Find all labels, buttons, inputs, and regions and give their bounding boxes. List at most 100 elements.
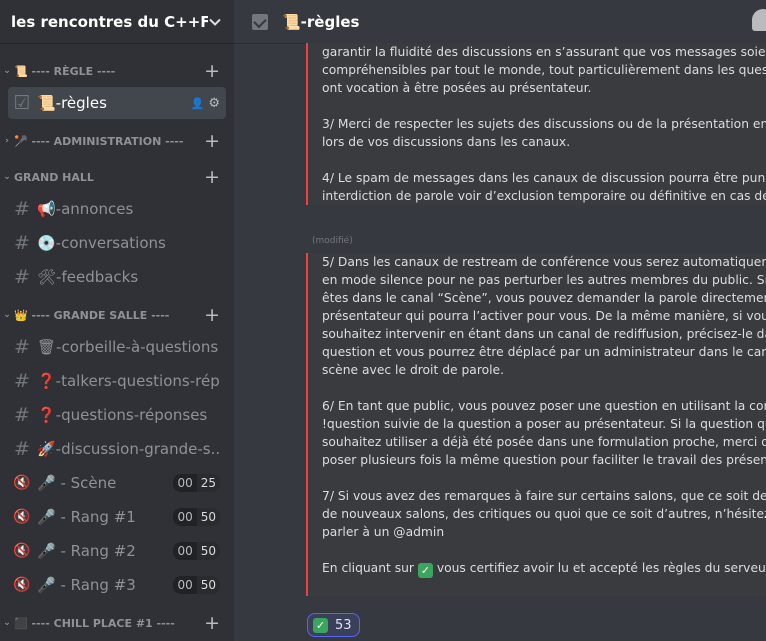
chevron-down-icon: ⌄ xyxy=(3,618,11,628)
voice-user-count: 00 25 xyxy=(173,474,220,492)
chevron-down-icon: ⌄ xyxy=(3,310,11,320)
channel-name: 🎤 - Scène xyxy=(37,474,117,492)
speaker-muted-icon: 🔇 xyxy=(13,543,31,559)
speaker-muted-icon: 🔇 xyxy=(13,509,31,525)
voice-limit: 25 xyxy=(196,474,220,492)
channel-item[interactable]: # 📢-annonces xyxy=(8,193,226,225)
message-line: ont vocation à être posées au présentate… xyxy=(322,81,592,95)
message-line: compréhensibles par tout le monde, tout … xyxy=(322,63,766,77)
voice-user-count: 00 50 xyxy=(173,576,220,594)
message-rules-part-2: 5/ Dans les canaux de restream de confér… xyxy=(306,253,766,596)
rules-channel-icon xyxy=(252,13,268,30)
message-line: souhaitez intervenir en étant dans un ca… xyxy=(322,327,766,341)
voice-users: 00 xyxy=(173,576,197,594)
message-line: souhaitez utiliser a déjà été posée dans… xyxy=(322,435,766,449)
channel-name: 🎤 - Rang #1 xyxy=(37,508,136,526)
channel-item[interactable]: # 🗑-corbeille-à-questions xyxy=(8,331,226,363)
channel-item[interactable]: # 🚀-discussion-grande-s... xyxy=(8,433,226,465)
category-header[interactable]: › 🥍 ---- ADMINISTRATION ---- + xyxy=(0,127,234,155)
channel-name: 💿-conversations xyxy=(37,234,166,252)
category-label: 📜 ---- RÈGLE ---- xyxy=(14,64,116,78)
channel-name: 🎤 - Rang #3 xyxy=(37,576,136,594)
hashtag-icon: # xyxy=(14,198,30,220)
voice-user-count: 00 50 xyxy=(173,508,220,526)
channel-list: ⌄ 📜 ---- RÈGLE ---- + ☑ 📜-règles 👤 ⚙ › 🥍 ---- AD… xyxy=(0,43,234,637)
message-list: garantir la fluidité des discussions en … xyxy=(234,43,766,641)
channel-name: ❓-questions-réponses xyxy=(37,406,208,424)
hashtag-icon: # xyxy=(14,438,30,460)
rules-icon: ☑ xyxy=(13,92,31,114)
reaction-count: 53 xyxy=(335,617,352,633)
category-header[interactable]: ⌄ 👑 ---- GRANDE SALLE ---- + xyxy=(0,301,234,329)
create-channel-plus-icon[interactable]: + xyxy=(204,167,220,187)
voice-users: 00 xyxy=(173,542,197,560)
channel-item[interactable]: 🔇 🎤 - Rang #2 00 50 xyxy=(8,535,226,567)
gear-icon[interactable]: ⚙ xyxy=(208,96,220,111)
voice-users: 00 xyxy=(173,474,197,492)
voice-user-count: 00 50 xyxy=(173,542,220,560)
check-emoji-icon: ✓ xyxy=(417,563,433,578)
message-rules-part-1: garantir la fluidité des discussions en … xyxy=(306,43,766,205)
channel-title: 📜-règles xyxy=(282,12,360,31)
message-line: 5/ Dans les canaux de restream de confér… xyxy=(322,255,766,269)
chevron-right-icon: › xyxy=(5,136,9,146)
create-channel-plus-icon[interactable]: + xyxy=(204,61,220,81)
voice-users: 00 xyxy=(173,508,197,526)
category-header[interactable]: ⌄ 📜 ---- RÈGLE ---- + xyxy=(0,57,234,85)
channel-name: 🗑-corbeille-à-questions xyxy=(37,338,219,356)
channel-item[interactable]: 🔇 🎤 - Rang #3 00 50 xyxy=(8,569,226,601)
server-header[interactable]: les rencontres du C++FrUG xyxy=(0,0,234,43)
speaker-muted-icon: 🔇 xyxy=(13,475,31,491)
channel-item[interactable]: # 🛠-feedbacks xyxy=(8,261,226,293)
channel-item[interactable]: # 💿-conversations xyxy=(8,227,226,259)
channel-item[interactable]: 🔇 🎤 - Rang #1 00 50 xyxy=(8,501,226,533)
channel-item[interactable]: 🔇 🎤 - Scène 00 25 xyxy=(8,467,226,499)
channel-name: 📜-règles xyxy=(37,94,107,112)
message-line: parler à un @admin xyxy=(322,525,445,539)
hashtag-icon: # xyxy=(14,370,30,392)
chevron-down-icon: ⌄ xyxy=(3,172,11,182)
category-label: GRAND HALL xyxy=(14,170,94,184)
create-channel-plus-icon[interactable]: + xyxy=(204,613,220,633)
channel-sidebar: les rencontres du C++FrUG ⌄ 📜 ---- RÈGLE … xyxy=(0,0,234,641)
message-lines: 5/ Dans les canaux de restream de confér… xyxy=(322,253,766,559)
message-line: scène avec le droit de parole. xyxy=(322,363,505,377)
voice-limit: 50 xyxy=(196,508,220,526)
bell-icon[interactable] xyxy=(752,9,766,31)
message-line: !question suivie de la question a poser … xyxy=(322,417,766,431)
voice-limit: 50 xyxy=(196,542,220,560)
message-line: lors de vos discussions dans les canaux. xyxy=(322,135,571,149)
message-line: en mode silence pour ne pas perturber le… xyxy=(322,273,766,287)
create-channel-plus-icon[interactable]: + xyxy=(204,305,220,325)
reaction-check[interactable]: ✓ 53 xyxy=(307,613,360,637)
chevron-down-icon xyxy=(209,18,221,26)
speaker-muted-icon: 🔇 xyxy=(13,577,31,593)
message-line: êtes dans le canal “Scène”, vous pouvez … xyxy=(322,291,766,305)
message-line: poser plusieurs fois la même question po… xyxy=(322,453,766,467)
edited-label: (modifié) xyxy=(312,236,353,246)
hashtag-icon: # xyxy=(14,266,30,288)
message-line: 3/ Merci de respecter les sujets des dis… xyxy=(322,117,766,131)
closing-text-after: vous certifiez avoir lu et accepté les r… xyxy=(436,561,766,575)
channel-header: 📜-règles xyxy=(234,0,766,43)
hashtag-icon: # xyxy=(14,232,30,254)
channel-item[interactable]: # ❓-talkers-questions-répo xyxy=(8,365,226,397)
invite-member-icon[interactable]: 👤 xyxy=(191,97,205,110)
server-name: les rencontres du C++FrUG xyxy=(11,12,208,31)
category-header[interactable]: ⌄ GRAND HALL + xyxy=(0,163,234,191)
message-line: 4/ Le spam de messages dans les canaux d… xyxy=(322,171,766,185)
category-header[interactable]: ⌄ ⬛ ---- CHILL PLACE #1 ---- + xyxy=(0,609,234,637)
message-line: question et vous pourrez être déplacé pa… xyxy=(322,345,766,359)
message-line: 7/ Si vous avez des remarques à faire su… xyxy=(322,489,766,503)
channel-name: 🎤 - Rang #2 xyxy=(37,542,136,560)
create-channel-plus-icon[interactable]: + xyxy=(204,131,220,151)
channel-item[interactable]: ☑ 📜-règles 👤 ⚙ xyxy=(8,87,226,119)
channel-item[interactable]: # ❓-questions-réponses xyxy=(8,399,226,431)
main-pane: 📜-règles garantir la fluidité des discus… xyxy=(234,0,766,641)
category-label: 🥍 ---- ADMINISTRATION ---- xyxy=(14,134,184,148)
